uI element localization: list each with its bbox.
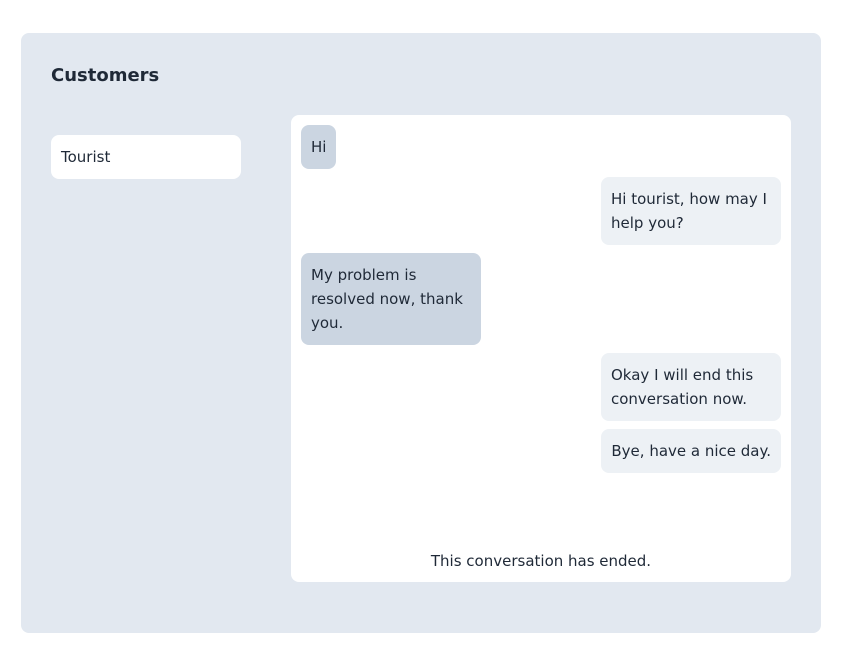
message-bubble-customer: My problem is resolved now, thank you. <box>301 253 481 345</box>
message-bubble-agent: Bye, have a nice day. <box>601 429 781 473</box>
panel-title: Customers <box>51 65 160 86</box>
message-bubble-customer: Hi <box>301 125 337 169</box>
chat-window: Hi Hi tourist, how may I help you? My pr… <box>291 115 791 582</box>
customer-item-tourist[interactable]: Tourist <box>51 135 241 179</box>
message-bubble-agent: Hi tourist, how may I help you? <box>601 177 781 245</box>
customer-list: Tourist <box>51 135 241 179</box>
message-bubble-agent: Okay I will end this conversation now. <box>601 353 781 421</box>
conversation-ended-notice: This conversation has ended. <box>430 552 652 570</box>
customers-panel: Customers Tourist Hi Hi tourist, how may… <box>21 33 821 633</box>
